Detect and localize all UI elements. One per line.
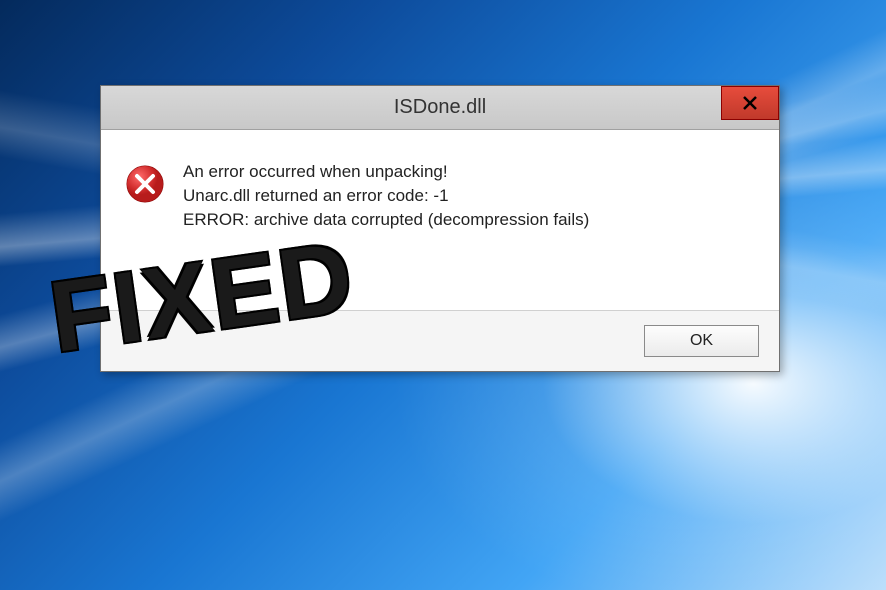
error-line-1: An error occurred when unpacking!	[183, 160, 755, 184]
error-line-2: Unarc.dll returned an error code: -1	[183, 184, 755, 208]
close-icon	[742, 95, 758, 111]
error-dialog: ISDone.dll	[100, 85, 780, 372]
dialog-footer: OK	[101, 310, 779, 371]
dialog-titlebar[interactable]: ISDone.dll	[101, 86, 779, 130]
error-message: An error occurred when unpacking! Unarc.…	[183, 160, 755, 231]
dialog-body: An error occurred when unpacking! Unarc.…	[101, 130, 779, 310]
error-line-3: ERROR: archive data corrupted (decompres…	[183, 208, 755, 232]
error-icon	[125, 164, 165, 204]
ok-button[interactable]: OK	[644, 325, 759, 357]
close-button[interactable]	[721, 86, 779, 120]
dialog-title: ISDone.dll	[101, 96, 779, 119]
